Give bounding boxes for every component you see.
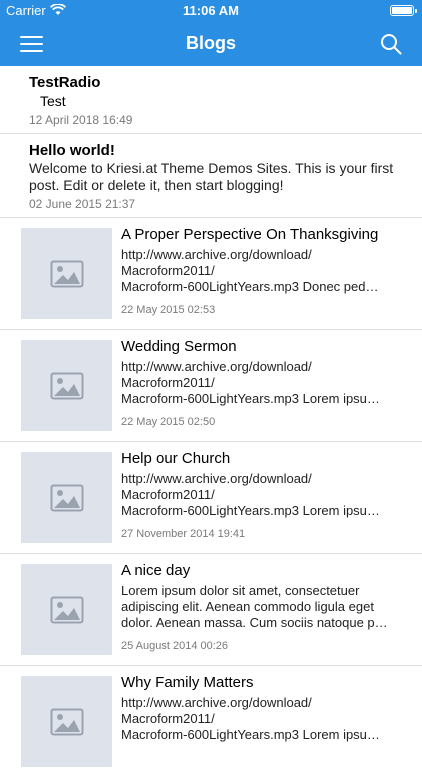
image-placeholder-icon — [21, 676, 112, 767]
battery-icon — [390, 5, 417, 16]
image-placeholder-icon — [21, 564, 112, 655]
post-excerpt: Welcome to Kriesi.at Theme Demos Sites. … — [29, 160, 394, 193]
post-title: TestRadio — [29, 74, 101, 91]
status-bar: Carrier 11:06 AM — [0, 0, 422, 22]
post-excerpt: http://www.archive.org/download/ Macrofo… — [121, 695, 380, 742]
post-title: A Proper Perspective On Thanksgiving — [121, 226, 379, 243]
list-item[interactable]: A nice day Lorem ipsum dolor sit amet, c… — [0, 554, 422, 666]
list-item[interactable]: Help our Church http://www.archive.org/d… — [0, 442, 422, 554]
post-date: 22 May 2015 02:50 — [121, 416, 216, 428]
image-placeholder-icon — [21, 340, 112, 431]
post-title: Why Family Matters — [121, 674, 254, 691]
page-title: Blogs — [185, 33, 236, 53]
post-excerpt: Lorem ipsum dolor sit amet, consectetuer… — [121, 583, 388, 630]
post-date: 12 April 2018 16:49 — [29, 113, 133, 127]
list-item[interactable]: TestRadio Test 12 April 2018 16:49 — [0, 66, 422, 134]
search-icon[interactable] — [380, 33, 402, 55]
post-title: Wedding Sermon — [121, 338, 237, 355]
image-placeholder-icon — [21, 228, 112, 319]
post-excerpt: http://www.archive.org/download/ Macrofo… — [121, 359, 380, 406]
nav-bar: Blogs — [0, 22, 422, 66]
post-date: 02 June 2015 21:37 — [29, 197, 136, 211]
post-date: 22 May 2015 02:53 — [121, 304, 216, 316]
list-item[interactable]: Wedding Sermon http://www.archive.org/do… — [0, 330, 422, 442]
list-item[interactable]: Hello world! Welcome to Kriesi.at Theme … — [0, 134, 422, 218]
post-title: A nice day — [121, 562, 191, 579]
post-excerpt: http://www.archive.org/download/ Macrofo… — [121, 471, 380, 518]
list-item[interactable]: Why Family Matters http://www.archive.or… — [0, 666, 422, 778]
image-placeholder-icon — [21, 452, 112, 543]
post-date: 27 November 2014 19:41 — [121, 528, 246, 540]
post-excerpt: http://www.archive.org/download/ Macrofo… — [121, 247, 379, 294]
post-title: Hello world! — [29, 142, 115, 159]
clock: 11:06 AM — [183, 3, 239, 18]
post-title: Help our Church — [121, 450, 231, 467]
blog-list: TestRadio Test 12 April 2018 16:49 Hello… — [0, 66, 422, 778]
post-date: 25 August 2014 00:26 — [121, 640, 229, 652]
list-item[interactable]: A Proper Perspective On Thanksgiving htt… — [0, 218, 422, 330]
post-subtitle: Test — [40, 93, 66, 109]
